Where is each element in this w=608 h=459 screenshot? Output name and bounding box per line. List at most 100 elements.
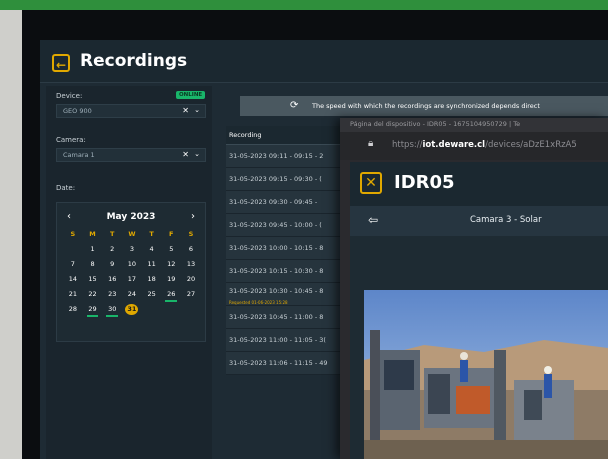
calendar-day[interactable]: 12 xyxy=(161,259,181,270)
camera-controls-strip xyxy=(350,236,608,262)
device-label: Device: xyxy=(56,92,83,100)
calendar-day[interactable]: 22 xyxy=(83,289,103,300)
calendar-day[interactable]: 21 xyxy=(63,289,83,300)
calendar-day[interactable]: 19 xyxy=(161,274,181,285)
weekday-label: T xyxy=(149,230,154,238)
calendar-day[interactable]: 7 xyxy=(63,259,83,270)
table-row[interactable]: 31-05-2023 09:11 - 09:15 - 2 xyxy=(226,145,356,168)
device-select[interactable]: GEO 900 ✕ ⌄ xyxy=(56,104,206,118)
calendar-empty-cell xyxy=(181,304,201,315)
weekday-label: S xyxy=(70,230,76,238)
table-row[interactable]: 31-05-2023 09:45 - 10:00 - ( xyxy=(226,214,356,237)
camera-bar: ⇦ Camara 3 - Solar xyxy=(350,206,608,236)
calendar-header: ‹ May 2023 › xyxy=(57,211,205,225)
back-arrow-icon[interactable]: ⇦ xyxy=(368,213,378,227)
calendar-day[interactable]: 26 xyxy=(161,289,181,302)
calendar-day[interactable]: 6 xyxy=(181,244,201,255)
calendar-day[interactable]: 15 xyxy=(83,274,103,285)
calendar-empty-cell xyxy=(63,244,83,255)
calendar-day[interactable]: 17 xyxy=(122,274,142,285)
calendar-empty-cell xyxy=(161,304,181,315)
recording-time: 31-05-2023 10:00 - 10:15 - 8 xyxy=(229,244,324,252)
clear-icon[interactable]: ✕ xyxy=(182,150,189,159)
calendar-day[interactable]: 24 xyxy=(122,289,142,300)
table-row[interactable]: 31-05-2023 10:45 - 11:00 - 8 xyxy=(226,306,356,329)
back-button[interactable]: ← xyxy=(52,54,70,72)
calendar-day[interactable]: 3 xyxy=(122,244,142,255)
next-month-icon[interactable]: › xyxy=(191,211,195,222)
calendar-grid: S M T W T F S 1 2 3 4 5 6 7 8 9 10 11 12 13 14 15 16 17 18 19 20 21… xyxy=(63,229,201,317)
status-badge: ONLINE xyxy=(176,91,206,99)
popup-content: ✕ IDR05 ⇦ Camara 3 - Solar xyxy=(350,162,608,459)
calendar-day[interactable]: 4 xyxy=(142,244,162,255)
calendar-day[interactable]: 10 xyxy=(122,259,142,270)
lock-icon: 🔒︎ xyxy=(368,138,374,149)
arrow-left-icon: ← xyxy=(55,58,67,72)
calendar-day-selected[interactable]: 31 xyxy=(125,304,139,315)
page-header: ← Recordings xyxy=(40,40,608,83)
calendar-day[interactable]: 23 xyxy=(102,289,122,300)
device-popup-window: Página del dispositivo - IDR05 - 1675104… xyxy=(340,118,608,459)
calendar-day[interactable]: 1 xyxy=(83,244,103,255)
top-green-band xyxy=(0,0,608,10)
calendar-day[interactable]: 16 xyxy=(102,274,122,285)
calendar-day[interactable]: 30 xyxy=(102,304,122,317)
calendar-month: May 2023 xyxy=(106,212,156,222)
calendar-day[interactable]: 13 xyxy=(181,259,201,270)
camera-value: Camara 1 xyxy=(63,151,95,159)
recording-time: 31-05-2023 09:45 - 10:00 - ( xyxy=(229,221,322,229)
calendar-day[interactable]: 28 xyxy=(63,304,83,315)
calendar-day[interactable]: 29 xyxy=(83,304,103,317)
table-row[interactable]: 31-05-2023 09:15 - 09:30 - ( xyxy=(226,168,356,191)
video-frame-image xyxy=(364,290,608,459)
device-header: ✕ IDR05 xyxy=(350,162,608,206)
recording-time: 31-05-2023 11:06 - 11:15 - 49 xyxy=(229,359,328,367)
calendar-day[interactable]: 14 xyxy=(63,274,83,285)
device-title: IDR05 xyxy=(394,172,455,193)
popup-window-title: Página del dispositivo - IDR05 - 1675104… xyxy=(350,120,521,128)
recording-time: 31-05-2023 09:15 - 09:30 - ( xyxy=(229,175,322,183)
recording-time: 31-05-2023 09:11 - 09:15 - 2 xyxy=(229,152,324,160)
table-row[interactable]: 31-05-2023 11:00 - 11:05 - 3( xyxy=(226,329,356,352)
recording-time: 31-05-2023 09:30 - 09:45 - xyxy=(229,198,318,206)
recording-time: 31-05-2023 10:15 - 10:30 - 8 xyxy=(229,267,324,275)
table-row[interactable]: 31-05-2023 09:30 - 09:45 - xyxy=(226,191,356,214)
recording-time: 31-05-2023 10:30 - 10:45 - 8 xyxy=(229,287,324,295)
weekday-label: M xyxy=(89,230,96,238)
calendar-day[interactable]: 11 xyxy=(142,259,162,270)
popup-title-bar: Página del dispositivo - IDR05 - 1675104… xyxy=(340,118,608,132)
weekday-label: F xyxy=(169,230,174,238)
camera-label: Camera: xyxy=(56,136,86,144)
weekday-label: T xyxy=(110,230,115,238)
calendar-day[interactable]: 27 xyxy=(181,289,201,300)
date-label: Date: xyxy=(56,184,76,192)
camera-select[interactable]: Camara 1 ✕ ⌄ xyxy=(56,148,206,162)
clear-icon[interactable]: ✕ xyxy=(182,106,189,115)
calendar-day[interactable]: 18 xyxy=(142,274,162,285)
calendar-day[interactable]: 9 xyxy=(102,259,122,270)
sync-banner: ⟳ The speed with which the recordings ar… xyxy=(240,96,608,116)
table-row[interactable]: 31-05-2023 10:00 - 10:15 - 8 xyxy=(226,237,356,260)
table-row[interactable]: 31-05-2023 11:06 - 11:15 - 49 xyxy=(226,352,356,375)
close-button[interactable]: ✕ xyxy=(360,172,382,194)
calendar-day[interactable]: 2 xyxy=(102,244,122,255)
recording-column-header: Recording xyxy=(229,131,262,139)
popup-url[interactable]: https://iot.deware.cl/devices/aDzE1xRzA5 xyxy=(392,140,577,150)
calendar-empty-cell xyxy=(142,304,162,315)
table-row[interactable]: 31-05-2023 10:30 - 10:45 - 8 Requested 01… xyxy=(226,283,356,306)
date-calendar: ‹ May 2023 › S M T W T F S 1 2 3 4 5 6 7 8 9 10 11 12 13 14 1… xyxy=(56,202,206,342)
chevron-down-icon[interactable]: ⌄ xyxy=(194,150,200,158)
calendar-day[interactable]: 25 xyxy=(142,289,162,300)
close-icon: ✕ xyxy=(365,175,377,191)
device-value: GEO 900 xyxy=(63,107,92,115)
calendar-day[interactable]: 5 xyxy=(161,244,181,255)
sync-icon: ⟳ xyxy=(290,100,299,111)
recording-time: 31-05-2023 11:00 - 11:05 - 3( xyxy=(229,336,326,344)
table-row[interactable]: 31-05-2023 10:15 - 10:30 - 8 xyxy=(226,260,356,283)
address-bar[interactable]: 🔒︎ https://iot.deware.cl/devices/aDzE1xR… xyxy=(340,132,608,160)
calendar-day[interactable]: 8 xyxy=(83,259,103,270)
camera-video-feed[interactable] xyxy=(364,290,608,459)
weekday-label: S xyxy=(188,230,194,238)
chevron-down-icon[interactable]: ⌄ xyxy=(194,106,200,114)
calendar-day[interactable]: 20 xyxy=(181,274,201,285)
